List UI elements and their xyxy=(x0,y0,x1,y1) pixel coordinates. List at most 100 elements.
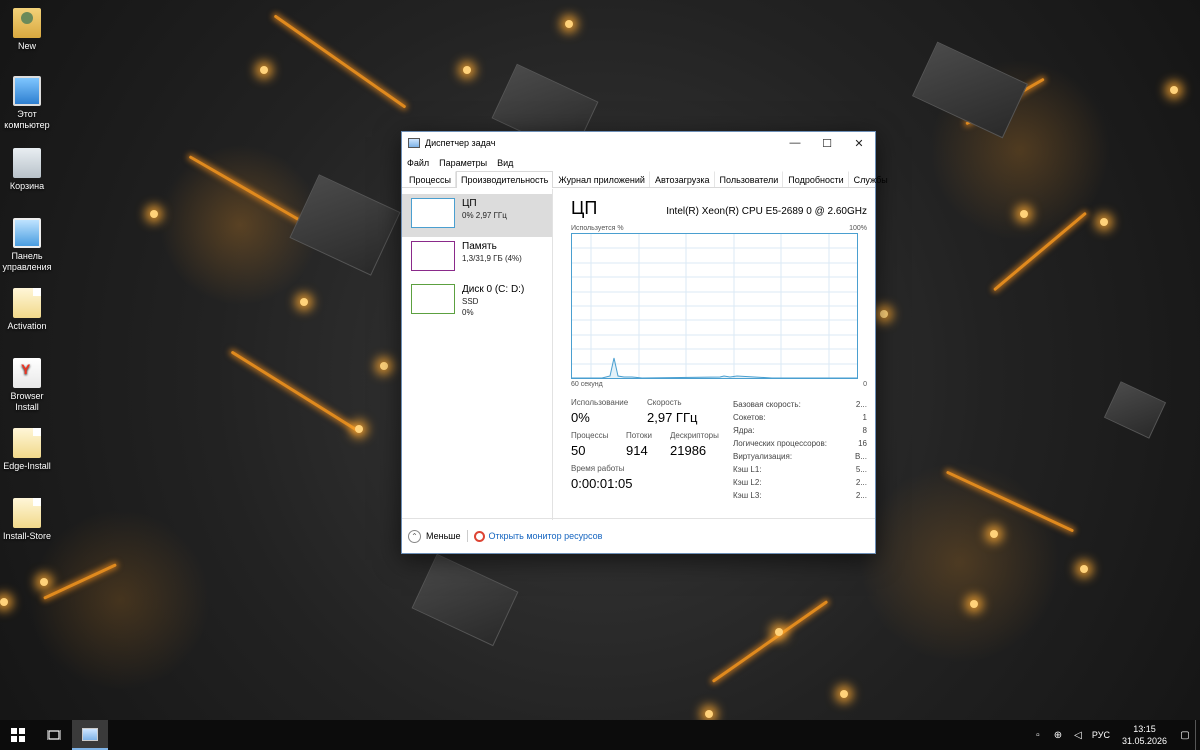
volume-icon[interactable]: ◁ xyxy=(1070,730,1086,741)
cpu-specs: Базовая скорость: 2... Сокетов: 1 Ядра: 8 Л… xyxy=(733,398,867,502)
resource-item-memory[interactable]: Память 1,3/31,9 ГБ (4%) xyxy=(402,237,552,280)
cpu-detail-panel: ЦП Intel(R) Xeon(R) CPU E5-2689 0 @ 2.60… xyxy=(553,189,875,520)
cpu-usage-graph xyxy=(571,233,858,379)
resource-detail-2: 0% xyxy=(462,308,474,317)
task-view-button[interactable] xyxy=(36,720,72,750)
user-folder-icon xyxy=(13,8,41,38)
menu-options[interactable]: Параметры xyxy=(439,158,487,168)
graph-label-usage: Используется % xyxy=(571,225,624,232)
tab-users[interactable]: Пользователи xyxy=(715,171,784,187)
spec-key: Кэш L1: xyxy=(733,465,762,474)
spec-row: Ядра: 8 xyxy=(733,424,867,437)
show-desktop-button[interactable] xyxy=(1195,720,1200,750)
clock-date: 31.05.2026 xyxy=(1121,736,1167,746)
clock[interactable]: 13:15 31.05.2026 xyxy=(1122,723,1167,747)
desktop-icon-edge-install[interactable]: Edge-Install xyxy=(0,428,54,472)
resource-list: ЦП 0% 2,97 ГГц Память 1,3/31,9 ГБ (4%) Д… xyxy=(402,189,553,520)
language-indicator[interactable]: РУС xyxy=(1092,730,1110,740)
spec-value: 1 xyxy=(862,413,867,422)
desktop-icon-label: Install-Store xyxy=(2,531,52,541)
menu-view[interactable]: Вид xyxy=(497,158,513,168)
desktop-icon-browser-install[interactable]: Browser Install xyxy=(0,358,54,413)
desktop-icon-new[interactable]: New xyxy=(0,8,54,52)
disk-thumbnail-graph xyxy=(411,284,455,314)
chevron-up-icon[interactable]: ⌃ xyxy=(408,529,421,543)
control-panel-icon xyxy=(13,218,41,248)
spec-value: 5... xyxy=(855,465,867,474)
usage-value: 0% xyxy=(571,410,590,425)
task-manager-window[interactable]: Диспетчер задач — ☐ ✕ Файл Параметры Вид… xyxy=(401,131,888,554)
tab-startup[interactable]: Автозагрузка xyxy=(650,171,715,187)
spec-row: Сокетов: 1 xyxy=(733,411,867,424)
spec-row: Кэш L2: 2... xyxy=(733,476,867,489)
processes-value: 50 xyxy=(571,443,586,458)
computer-icon xyxy=(13,76,41,106)
desktop-icon-label: Edge-Install xyxy=(3,461,51,471)
open-resource-monitor-link[interactable]: Открыть монитор ресурсов xyxy=(489,531,603,541)
desktop-icon-label: Этот компьютер xyxy=(4,109,50,130)
desktop-icon-label: Browser Install xyxy=(10,391,44,412)
resource-item-cpu[interactable]: ЦП 0% 2,97 ГГц xyxy=(402,194,552,237)
taskbar-task-manager[interactable] xyxy=(72,720,108,750)
spec-key: Ядра: xyxy=(733,426,755,435)
spec-key: Кэш L2: xyxy=(733,478,762,487)
graph-axis-right: 0 xyxy=(863,381,867,388)
task-manager-icon xyxy=(82,727,98,741)
spec-value: 2... xyxy=(855,491,867,500)
spec-value: 8 xyxy=(862,426,867,435)
maximize-button[interactable]: ☐ xyxy=(811,132,843,154)
desktop-icon-control-panel[interactable]: Панель управления xyxy=(0,218,54,273)
tab-bar: Процессы Производительность Журнал прило… xyxy=(402,171,888,188)
file-icon xyxy=(13,428,41,458)
desktop-icon-install-store[interactable]: Install-Store xyxy=(0,498,54,542)
graph-label-max: 100% xyxy=(849,225,867,232)
spec-key: Базовая скорость: xyxy=(733,400,801,409)
spec-key: Сокетов: xyxy=(733,413,766,422)
desktop-icon-recycle-bin[interactable]: Корзина xyxy=(0,148,54,192)
notification-area-icon[interactable]: ▫ xyxy=(1030,730,1046,741)
speed-label: Скорость xyxy=(647,398,682,407)
title-bar[interactable]: Диспетчер задач — ☐ ✕ xyxy=(402,132,875,154)
network-icon[interactable]: ⊕ xyxy=(1050,730,1066,741)
resource-monitor-icon xyxy=(473,530,485,542)
usage-label: Использование xyxy=(571,398,629,407)
menu-file[interactable]: Файл xyxy=(407,158,429,168)
spec-key: Виртуализация: xyxy=(733,452,793,461)
tab-app-history[interactable]: Журнал приложений xyxy=(553,171,650,187)
system-tray: ▫ ⊕ ◁ РУС 13:15 31.05.2026 ▢ xyxy=(1028,720,1200,750)
tab-details[interactable]: Подробности xyxy=(783,171,849,187)
spec-row: Логических процессоров: 16 xyxy=(733,437,867,450)
windows-logo-icon xyxy=(11,728,25,742)
desktop-icon-label: Корзина xyxy=(9,181,45,191)
action-center-icon[interactable]: ▢ xyxy=(1177,730,1193,741)
processes-label: Процессы xyxy=(571,431,609,440)
minimize-button[interactable]: — xyxy=(779,132,811,154)
fewer-details-button[interactable]: Меньше xyxy=(426,531,461,541)
tab-performance[interactable]: Производительность xyxy=(456,171,554,188)
taskbar: ▫ ⊕ ◁ РУС 13:15 31.05.2026 ▢ xyxy=(0,720,1200,750)
panel-title: ЦП xyxy=(571,198,598,218)
spec-row: Виртуализация: В... xyxy=(733,450,867,463)
spec-row: Кэш L1: 5... xyxy=(733,463,867,476)
resource-name: Память xyxy=(462,241,497,252)
tab-processes[interactable]: Процессы xyxy=(404,171,457,187)
resource-detail: SSD xyxy=(462,297,479,306)
menu-bar: Файл Параметры Вид xyxy=(402,154,875,171)
speed-value: 2,97 ГГц xyxy=(647,410,698,425)
spec-value: 16 xyxy=(858,439,867,448)
spec-key: Кэш L3: xyxy=(733,491,762,500)
resource-item-disk[interactable]: Диск 0 (C: D:) SSD 0% xyxy=(402,280,552,323)
desktop-icon-activation[interactable]: Activation xyxy=(0,288,54,332)
start-button[interactable] xyxy=(0,720,36,750)
cpu-model: Intel(R) Xeon(R) CPU E5-2689 0 @ 2.60GHz xyxy=(666,206,867,217)
spec-value: 2... xyxy=(855,400,867,409)
close-button[interactable]: ✕ xyxy=(843,132,875,154)
spec-key: Логических процессоров: xyxy=(733,439,827,448)
desktop-icon-this-pc[interactable]: Этот компьютер xyxy=(0,76,54,131)
divider xyxy=(466,530,468,542)
spec-row: Базовая скорость: 2... xyxy=(733,398,867,411)
file-icon xyxy=(13,288,41,318)
task-manager-icon xyxy=(408,138,420,148)
tab-services[interactable]: Службы xyxy=(849,171,893,187)
recycle-bin-icon xyxy=(13,148,41,178)
